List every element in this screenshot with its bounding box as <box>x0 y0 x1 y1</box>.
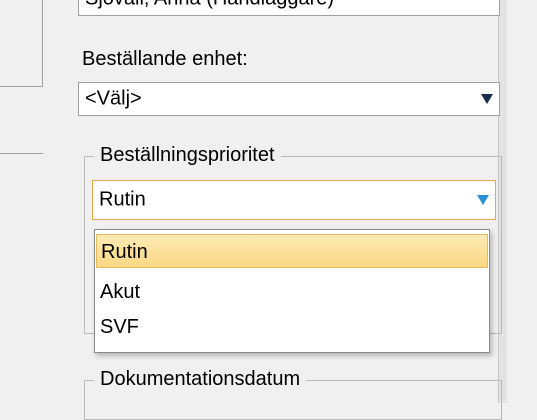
left-panel-divider-bottom <box>0 153 43 154</box>
chevron-down-icon[interactable] <box>477 195 489 205</box>
chevron-down-icon[interactable] <box>481 94 493 104</box>
dropdown-option-rutin[interactable]: Rutin <box>96 234 488 268</box>
bestallande-enhet-combobox[interactable]: <Välj> <box>78 82 500 116</box>
handlaggare-value: Sjövall, Anna (Handläggare) <box>85 0 334 11</box>
prioritet-dropdown-list: Rutin Akut SVF <box>94 229 490 353</box>
dokumentationsdatum-title: Dokumentationsdatum <box>94 368 307 391</box>
bestallande-enhet-label: Beställande enhet: <box>82 48 248 70</box>
bestallningsprioritet-title: Beställningsprioritet <box>94 144 281 167</box>
left-panel-border <box>42 0 43 86</box>
bestallningsprioritet-combobox[interactable]: Rutin <box>92 180 496 220</box>
bestallningsprioritet-value: Rutin <box>99 188 146 211</box>
dropdown-option-akut[interactable]: Akut <box>96 275 488 309</box>
dropdown-option-svf[interactable]: SVF <box>96 310 488 344</box>
bestallande-enhet-value: <Välj> <box>85 87 142 110</box>
handlaggare-combobox[interactable]: Sjövall, Anna (Handläggare) <box>78 0 500 16</box>
left-panel-divider-top <box>0 86 43 87</box>
